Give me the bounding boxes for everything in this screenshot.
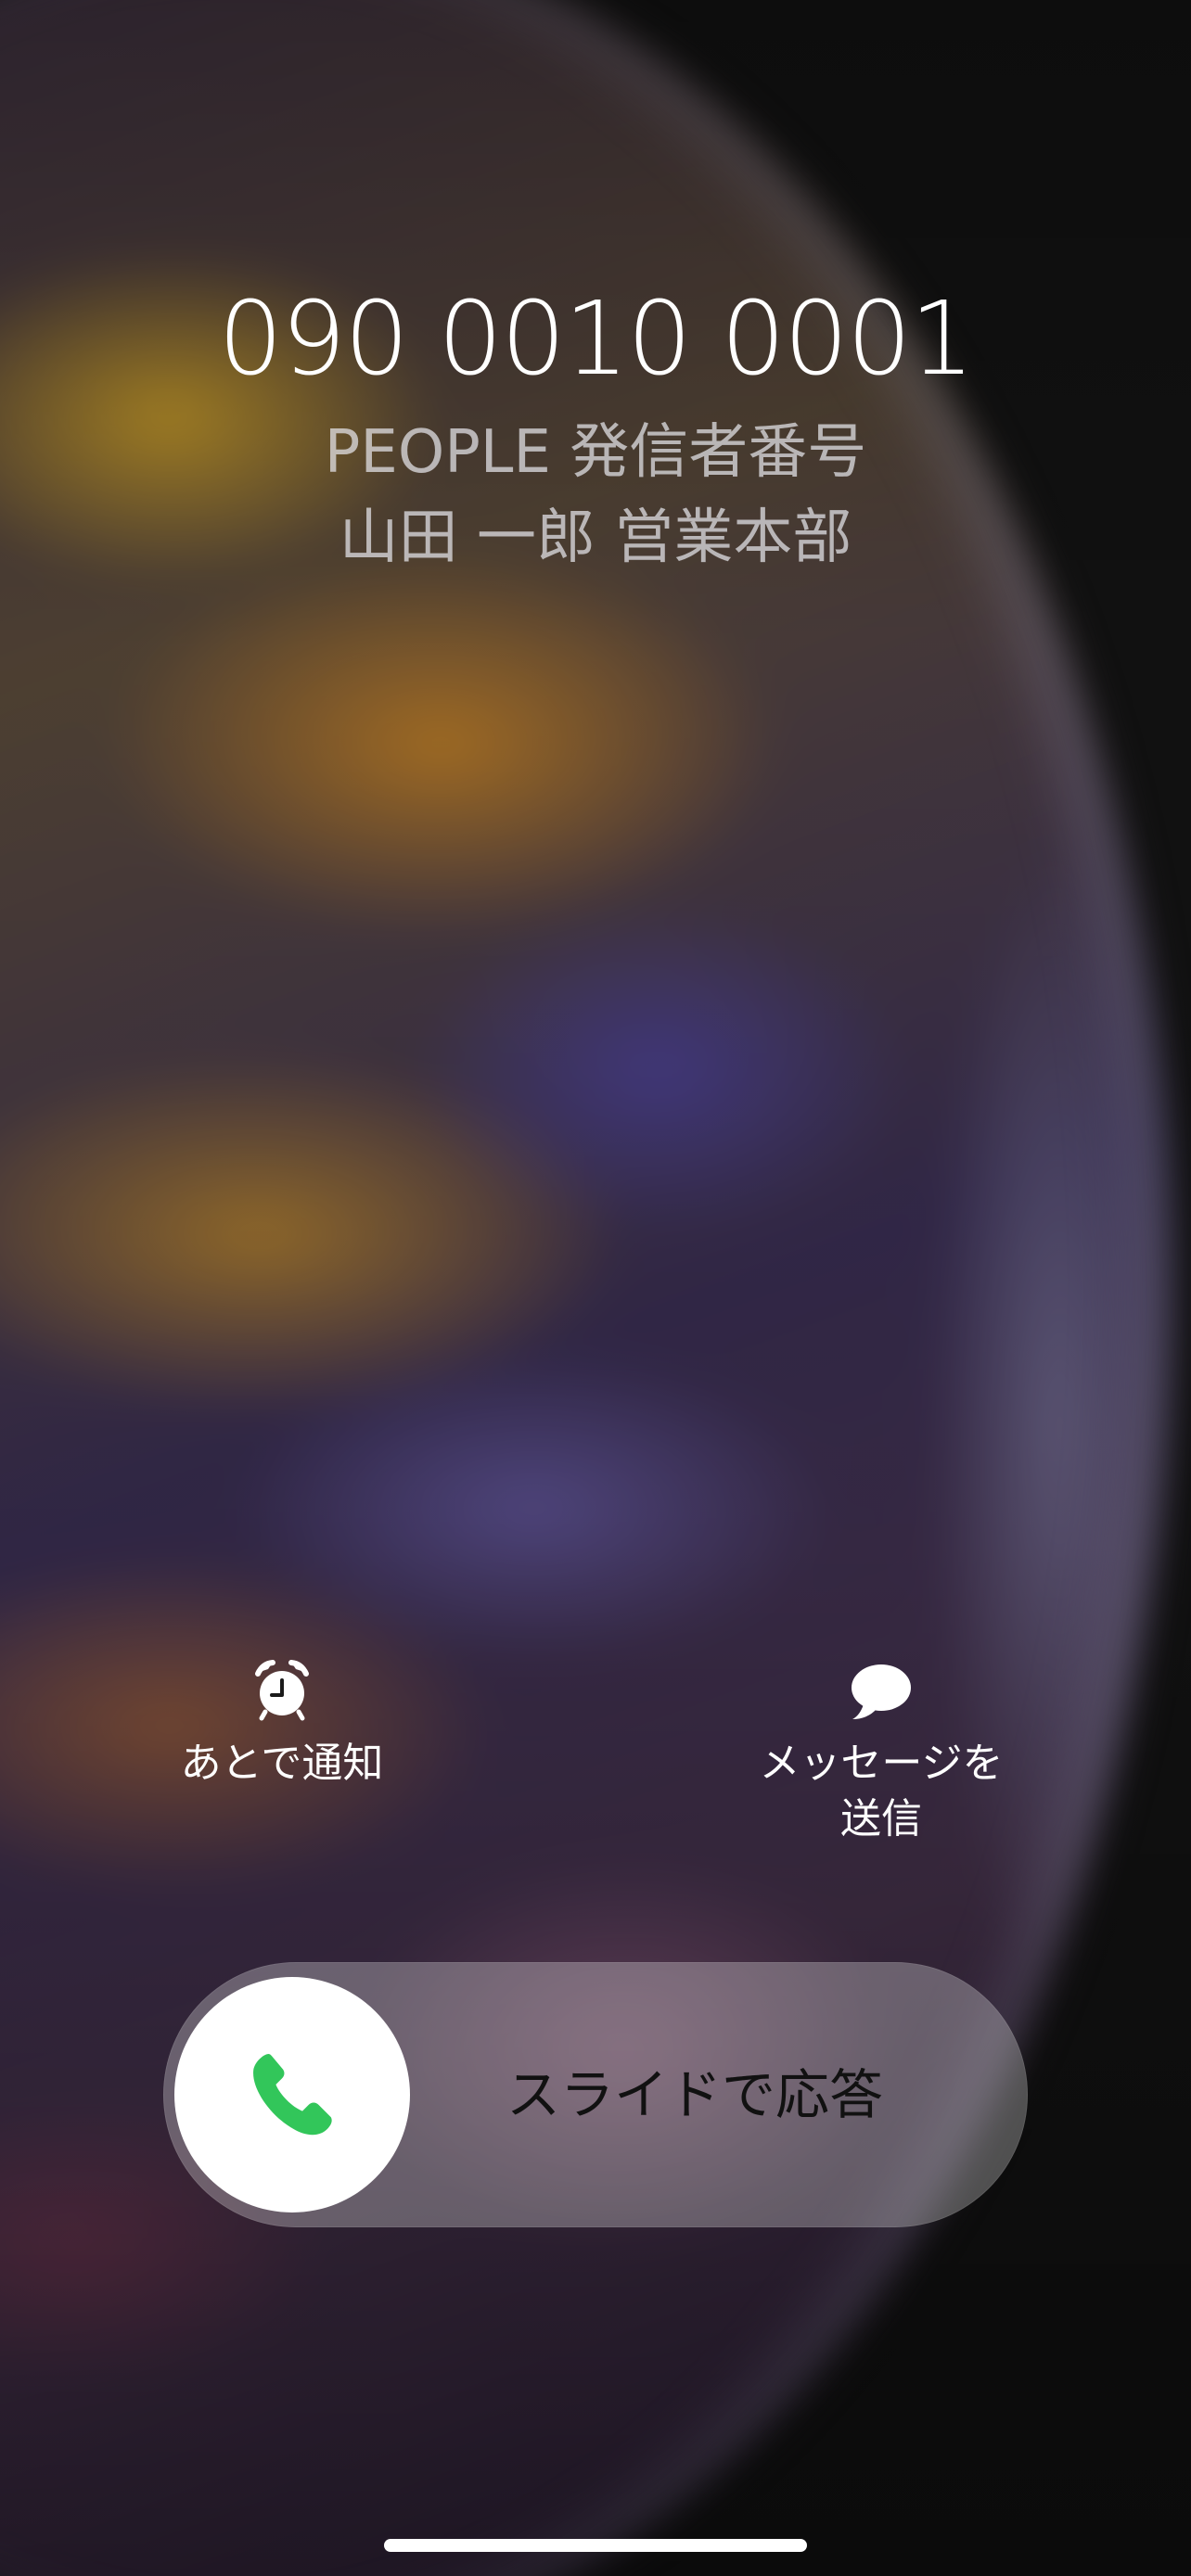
speech-bubble-icon (852, 1664, 911, 1719)
caller-number: 090 0010 0001 (218, 279, 975, 398)
answer-knob[interactable] (174, 1977, 410, 2213)
alarm-clock-icon (255, 1660, 309, 1721)
slide-to-answer[interactable]: スライドで応答 (163, 1962, 1028, 2227)
send-message-button[interactable]: メッセージを 送信 (714, 1658, 1048, 1847)
remind-me-label: あとで通知 (180, 1740, 384, 1787)
remind-me-button[interactable]: あとで通知 (115, 1658, 449, 1792)
home-indicator[interactable] (384, 2539, 807, 2552)
caller-name: 山田 一郎 営業本部 (339, 504, 852, 572)
phone-icon (253, 2054, 332, 2136)
send-message-label: メッセージを 送信 (759, 1740, 1004, 1843)
caller-id-label: PEOPLE 発信者番号 (324, 418, 867, 487)
slide-to-answer-label: スライドで応答 (506, 2063, 884, 2126)
